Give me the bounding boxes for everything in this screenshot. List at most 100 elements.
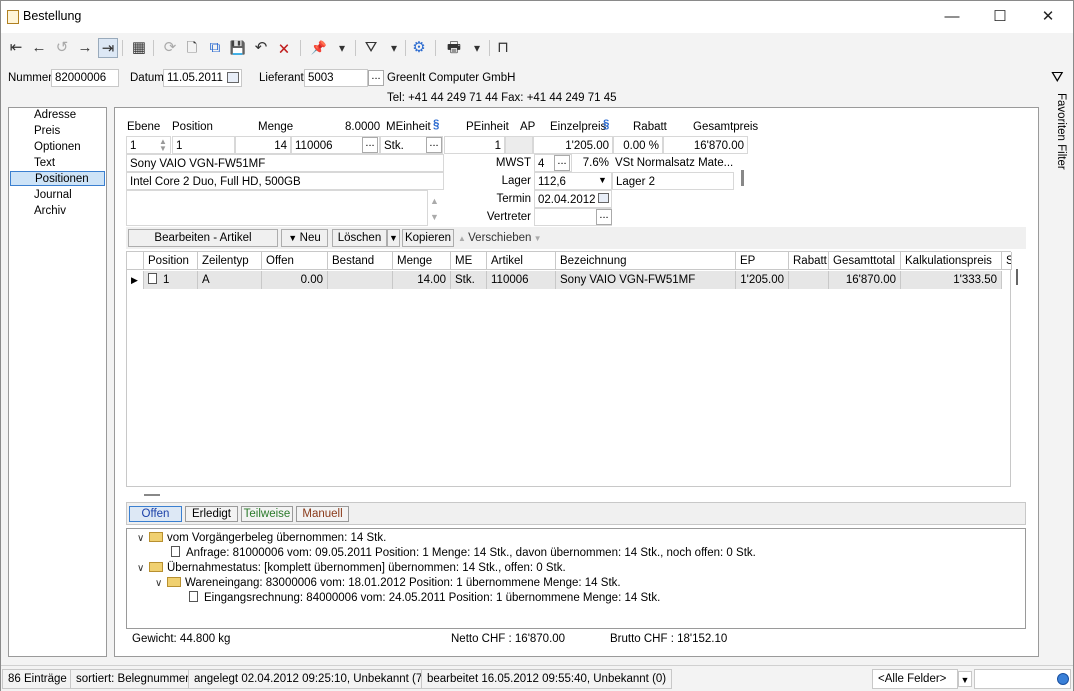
cell-s[interactable] <box>1002 271 1011 289</box>
print-icon[interactable]: 🖶 <box>444 38 464 58</box>
column-header-menge[interactable]: Menge <box>393 252 451 270</box>
filter-icon[interactable]: ⛛ <box>361 38 381 58</box>
ap-field[interactable] <box>505 136 533 154</box>
calendar-icon[interactable] <box>227 72 239 83</box>
nav-item-preis[interactable]: Preis <box>10 124 105 139</box>
column-header-bestand[interactable]: Bestand <box>328 252 393 270</box>
peinheit-field[interactable]: 1 <box>444 136 505 154</box>
position-field[interactable]: 1 <box>172 136 235 154</box>
field-filter-select[interactable]: <Alle Felder> <box>872 669 958 689</box>
cell-gesamttotal[interactable]: 16'870.00 <box>829 271 901 289</box>
cell-rabatt[interactable] <box>789 271 829 289</box>
tree-node[interactable]: Anfrage: 81000006 vom: 09.05.2011 Positi… <box>171 546 756 561</box>
favorites-filter-sidebar[interactable]: ⛛ Favoriten Filter <box>1045 65 1074 665</box>
bezeichnung-line-2[interactable]: Intel Core 2 Duo, Full HD, 500GB <box>126 172 444 190</box>
chevron-down-icon[interactable]: ∨ <box>137 561 149 576</box>
chevron-down-icon[interactable]: ▼ <box>387 229 400 247</box>
cell-bezeichnung[interactable]: Sony VAIO VGN-FW51MF <box>556 271 736 289</box>
bearbeiten-artikel-button[interactable]: Bearbeiten - Artikel <box>128 229 278 247</box>
tab-offen[interactable]: Offen <box>129 506 182 522</box>
rabatt-field[interactable]: 0.00 % <box>613 136 663 154</box>
chevron-down-icon[interactable]: ∨ <box>155 576 167 591</box>
cell-bestand[interactable] <box>328 271 393 289</box>
chevron-down-icon[interactable]: ▾ <box>467 38 487 58</box>
settings-icon[interactable]: ⚙ <box>409 38 429 58</box>
tree-node[interactable]: ∨ vom Vorgängerbeleg übernommen: 14 Stk. <box>137 531 386 546</box>
nav-item-text[interactable]: Text <box>10 156 105 171</box>
maximize-button[interactable]: ☐ <box>977 5 1023 29</box>
tab-erledigt[interactable]: Erledigt <box>185 506 238 522</box>
kopieren-button[interactable]: Kopieren <box>402 229 454 247</box>
column-header-position[interactable]: Position <box>144 252 198 270</box>
forward-icon[interactable]: → <box>75 38 95 58</box>
column-header-ep[interactable]: EP <box>736 252 789 270</box>
verschieben-button[interactable]: ▲ Verschieben ▼ <box>458 232 542 244</box>
layout-icon[interactable]: ⊓ <box>493 38 513 58</box>
column-header-s[interactable]: S <box>1002 252 1012 270</box>
column-header-artikel[interactable]: Artikel <box>487 252 556 270</box>
scrollbar-thumb[interactable] <box>144 494 160 496</box>
column-header-me[interactable]: ME <box>451 252 487 270</box>
chevron-down-icon[interactable]: ▼ <box>598 175 607 185</box>
save-icon[interactable]: 💾 <box>228 38 248 58</box>
horizontal-scrollbar[interactable] <box>126 487 1026 501</box>
nav-item-positionen[interactable]: Positionen <box>10 171 105 186</box>
column-header-gesamttotal[interactable]: Gesamttotal <box>829 252 901 270</box>
menge-field[interactable]: 14 <box>235 136 291 154</box>
nav-item-adresse[interactable]: Adresse <box>10 108 105 123</box>
column-header-offen[interactable]: Offen <box>262 252 328 270</box>
chevron-down-icon[interactable]: ▼ <box>958 671 972 687</box>
loeschen-button[interactable]: Löschen <box>332 229 387 247</box>
chevron-down-icon[interactable]: ▾ <box>332 38 352 58</box>
bezeichnung-line-1[interactable]: Sony VAIO VGN-FW51MF <box>126 154 444 172</box>
copy-icon[interactable]: ⧉ <box>205 38 225 58</box>
cell-artikel[interactable]: 110006 <box>487 271 556 289</box>
nav-item-optionen[interactable]: Optionen <box>10 140 105 155</box>
bezeichnung-line-3[interactable] <box>126 190 428 226</box>
einzelpreis-field[interactable]: 1'205.00 <box>533 136 613 154</box>
nav-item-archiv[interactable]: Archiv <box>10 204 105 219</box>
mwst-lookup-button[interactable]: ... <box>554 155 570 171</box>
scrollbar-thumb[interactable] <box>1016 269 1018 285</box>
new-document-icon[interactable]: 🗋 <box>182 38 202 58</box>
search-icon[interactable] <box>1057 673 1069 685</box>
cell-menge[interactable]: 14.00 <box>393 271 451 289</box>
neu-button[interactable]: ▼ Neu <box>281 229 328 247</box>
tab-teilweise[interactable]: Teilweise <box>241 506 293 522</box>
close-button[interactable]: ✕ <box>1025 5 1071 29</box>
pin-icon[interactable]: 📌 <box>309 38 329 58</box>
cell-ep[interactable]: 1'205.00 <box>736 271 789 289</box>
me-lookup-button[interactable]: ... <box>426 137 442 153</box>
chevron-down-icon[interactable]: ▾ <box>384 38 404 58</box>
last-record-icon[interactable]: ⇥ <box>98 38 118 58</box>
back-icon[interactable]: ← <box>29 38 49 58</box>
link-icon[interactable]: § <box>433 119 439 131</box>
scrollbar-thumb[interactable] <box>741 170 744 186</box>
calendar-icon[interactable] <box>598 193 609 203</box>
column-header-rabatt[interactable]: Rabatt <box>789 252 829 270</box>
chevron-down-icon[interactable]: ∨ <box>137 531 149 546</box>
nav-item-journal[interactable]: Journal <box>10 188 105 203</box>
artikel-lookup-button[interactable]: ... <box>362 137 378 153</box>
column-header-kalkulationspreis[interactable]: Kalkulationspreis <box>901 252 1002 270</box>
vertreter-lookup-button[interactable]: ... <box>596 209 612 225</box>
history-icon[interactable]: ↺ <box>52 38 72 58</box>
gesamtpreis-field[interactable]: 16'870.00 <box>663 136 748 154</box>
link-icon[interactable]: § <box>603 119 609 131</box>
ebene-spinner-icon[interactable]: ▲ ▼ <box>159 138 167 153</box>
scroll-arrows-icon[interactable]: ▲ ▼ <box>430 193 439 225</box>
search-input[interactable] <box>974 669 1071 689</box>
table-view-icon[interactable]: ▦ <box>129 38 149 58</box>
lieferant-field[interactable]: 5003 <box>304 69 368 87</box>
cell-position[interactable]: 1 <box>144 271 198 289</box>
nummer-field[interactable]: 82000006 <box>51 69 119 87</box>
tree-node[interactable]: ∨ Wareneingang: 83000006 vom: 18.01.2012 … <box>155 576 621 591</box>
minimize-button[interactable]: — <box>929 5 975 29</box>
column-header-zeilentyp[interactable]: Zeilentyp <box>198 252 262 270</box>
undo-icon[interactable]: ↶ <box>251 38 271 58</box>
lieferant-lookup-button[interactable]: ... <box>368 70 384 86</box>
tree-node[interactable]: Eingangsrechnung: 84000006 vom: 24.05.20… <box>189 591 660 606</box>
tree-node[interactable]: ∨ Übernahmestatus: [komplett übernommen] … <box>137 561 566 576</box>
refresh-icon[interactable]: ⟳ <box>160 38 180 58</box>
delete-icon[interactable]: 🗙 <box>274 38 294 58</box>
